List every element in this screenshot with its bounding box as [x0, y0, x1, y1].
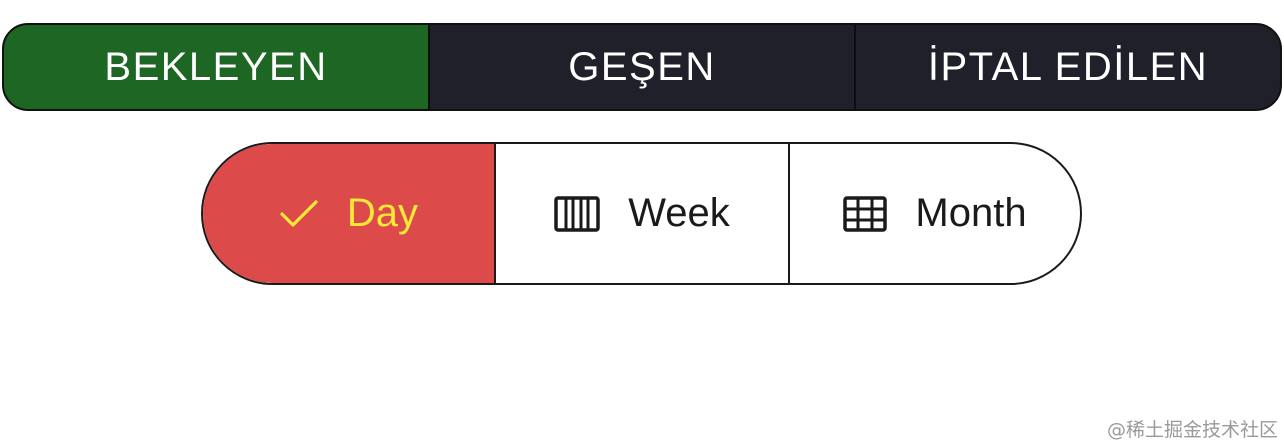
week-columns-icon — [554, 195, 600, 232]
month-grid-icon — [843, 195, 888, 232]
watermark: @稀土掘金技术社区 — [1106, 419, 1278, 441]
check-icon — [279, 198, 319, 230]
segment-month[interactable]: Month — [790, 144, 1080, 283]
segment-day[interactable]: Day — [203, 144, 496, 283]
tab-bekleyen[interactable]: BEKLEYEN — [4, 25, 430, 109]
segment-week[interactable]: Week — [496, 144, 790, 283]
segment-month-label: Month — [915, 191, 1027, 235]
tab-bekleyen-label: BEKLEYEN — [104, 44, 328, 89]
status-tab-bar: BEKLEYEN GEŞEN İPTAL EDİLEN — [2, 23, 1282, 111]
tab-gesen[interactable]: GEŞEN — [430, 25, 856, 109]
segment-week-label: Week — [628, 191, 730, 235]
range-segmented-control: Day Week Month — [201, 142, 1082, 285]
tab-gesen-label: GEŞEN — [568, 44, 716, 89]
tab-iptal-edilen-label: İPTAL EDİLEN — [927, 44, 1209, 89]
page: BEKLEYEN GEŞEN İPTAL EDİLEN Day Week Mon… — [0, 0, 1284, 448]
segment-day-label: Day — [346, 191, 419, 235]
tab-iptal-edilen[interactable]: İPTAL EDİLEN — [856, 25, 1280, 109]
